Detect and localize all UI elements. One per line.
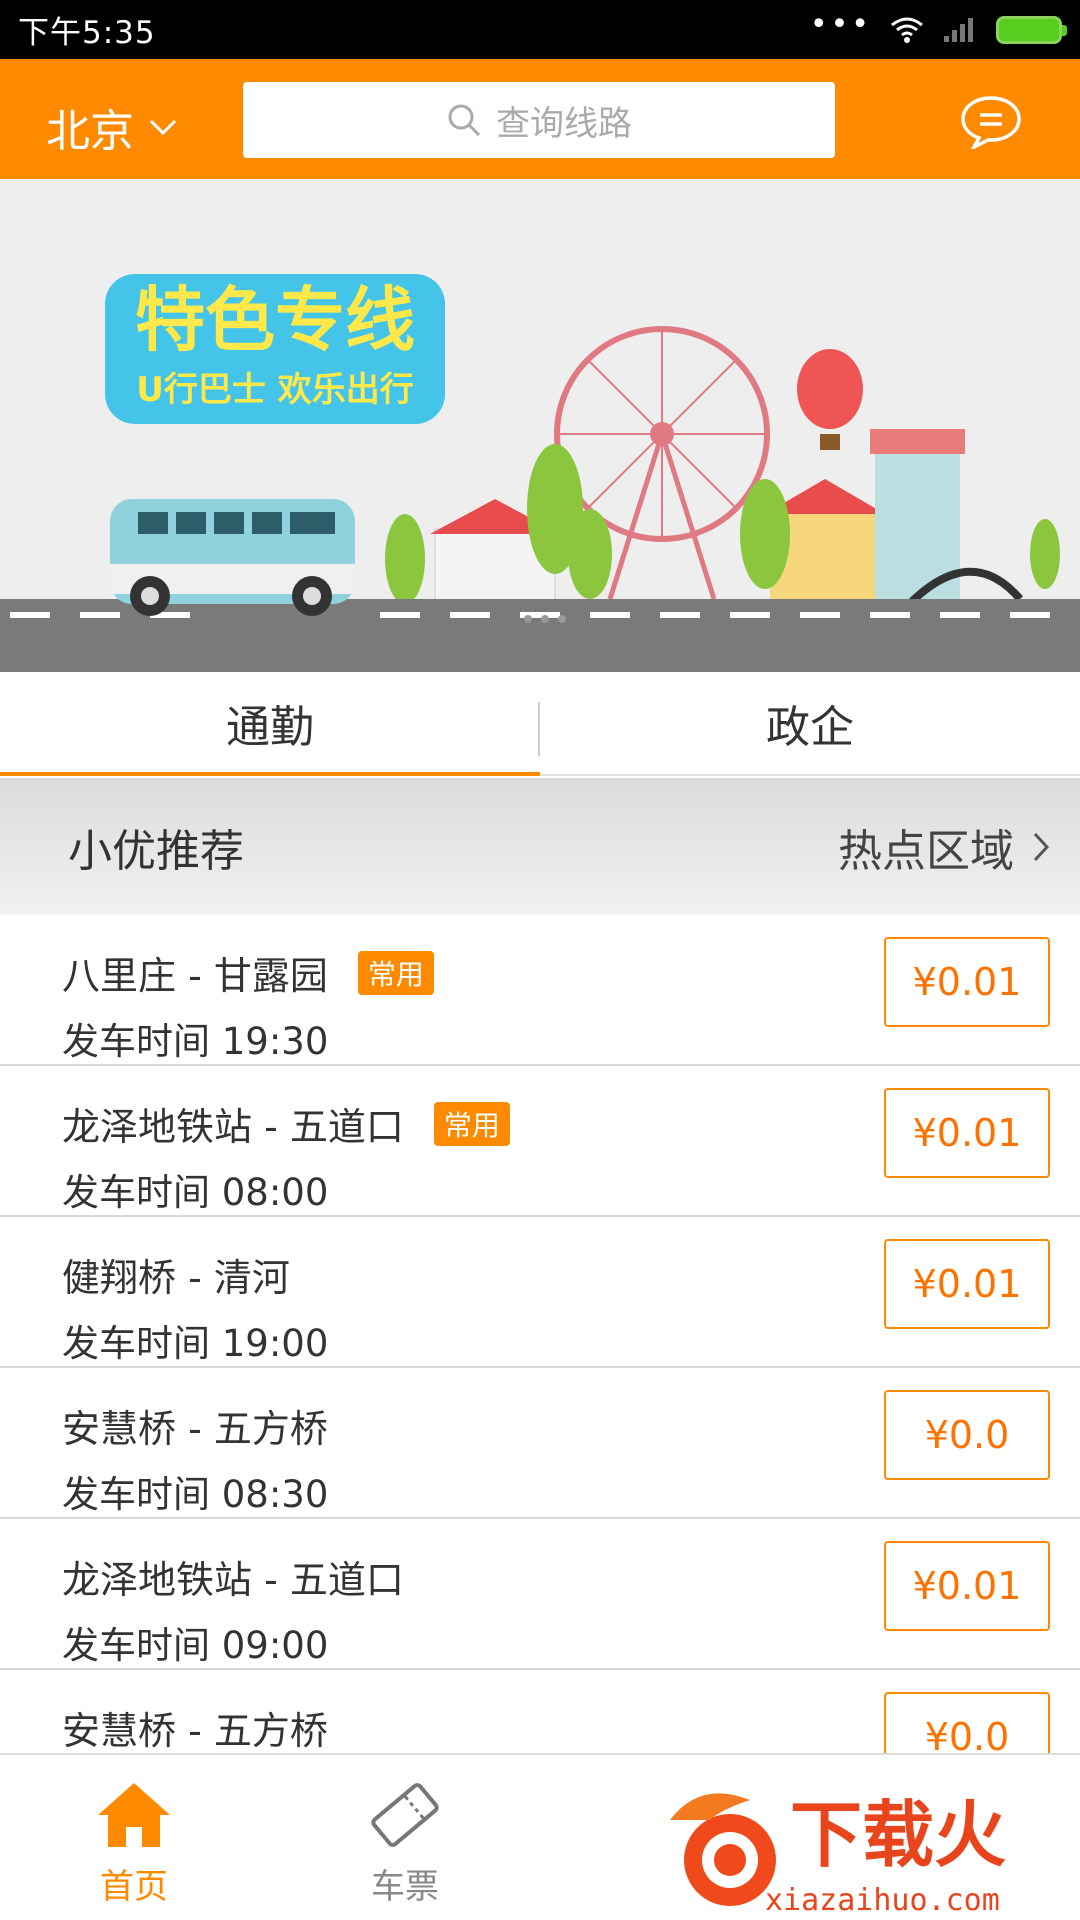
departure-time: 发车时间 19:30 bbox=[62, 1020, 329, 1063]
route-row[interactable]: 健翔桥 - 清河 发车时间 19:00 ¥0.01 bbox=[0, 1217, 1080, 1368]
route-list: 八里庄 - 甘露园 常用 发车时间 19:30 ¥0.01 龙泽地铁站 - 五道口… bbox=[0, 915, 1080, 1753]
search-placeholder: 查询线路 bbox=[496, 103, 632, 144]
route-row[interactable]: 龙泽地铁站 - 五道口 常用 发车时间 08:00 ¥0.01 bbox=[0, 1066, 1080, 1217]
nav-ticket-label: 车票 bbox=[371, 1867, 439, 1907]
more-dots-icon: ••• bbox=[809, 7, 872, 42]
route-row[interactable]: 八里庄 - 甘露园 常用 发车时间 19:30 ¥0.01 bbox=[0, 915, 1080, 1066]
tab-commute[interactable]: 通勤 bbox=[0, 672, 540, 776]
nav-home[interactable]: 首页 bbox=[59, 1781, 209, 1908]
svg-text:U行巴士 欢乐出行: U行巴士 欢乐出行 bbox=[136, 370, 413, 410]
svg-text:特色专线: 特色专线 bbox=[135, 279, 415, 361]
category-tabs: 通勤 政企 bbox=[0, 672, 1080, 776]
route-name: 安慧桥 - 五方桥 bbox=[62, 1709, 328, 1753]
price-button[interactable]: ¥0.0 bbox=[884, 1390, 1050, 1480]
departure-time: 发车时间 19:00 bbox=[62, 1322, 329, 1365]
route-name: 龙泽地铁站 - 五道口 bbox=[62, 1558, 404, 1602]
frequent-badge: 常用 bbox=[357, 950, 434, 995]
banner-title-badge: 特色专线 U行巴士 欢乐出行 bbox=[105, 274, 445, 424]
signal-icon bbox=[944, 17, 973, 42]
price-button[interactable]: ¥0.01 bbox=[884, 1088, 1050, 1178]
nav-ticket[interactable]: 车票 bbox=[330, 1781, 480, 1908]
banner-illustration: 特色专线 U行巴士 欢乐出行 bbox=[0, 179, 1080, 672]
frequent-badge: 常用 bbox=[433, 1101, 510, 1146]
recommend-header: 小优推荐 热点区域 bbox=[0, 778, 1080, 915]
hot-area-label: 热点区域 bbox=[838, 825, 1014, 877]
status-time: 下午5:35 bbox=[18, 15, 156, 51]
message-icon[interactable] bbox=[960, 95, 1022, 149]
city-label: 北京 bbox=[46, 106, 134, 157]
status-bar: 下午5:35 ••• bbox=[0, 0, 1080, 59]
route-row[interactable]: 安慧桥 - 五方桥 发车时间 08:30 ¥0.0 bbox=[0, 1368, 1080, 1519]
departure-time: 发车时间 08:30 bbox=[62, 1473, 329, 1516]
nav-home-label: 首页 bbox=[100, 1867, 168, 1907]
promo-banner[interactable]: 特色专线 U行巴士 欢乐出行 bbox=[0, 179, 1080, 672]
route-name: 龙泽地铁站 - 五道口 bbox=[62, 1105, 404, 1149]
route-row[interactable]: 安慧桥 - 五方桥 ¥0.0 bbox=[0, 1670, 1080, 1753]
price-button[interactable]: ¥0.01 bbox=[884, 937, 1050, 1027]
wifi-icon bbox=[891, 17, 923, 43]
search-icon bbox=[448, 104, 481, 137]
battery-icon bbox=[996, 15, 1067, 44]
price-button[interactable]: ¥0.01 bbox=[884, 1541, 1050, 1631]
departure-time: 发车时间 08:00 bbox=[62, 1171, 329, 1214]
price-button[interactable]: ¥0.0 bbox=[884, 1692, 1050, 1753]
hot-area-link[interactable]: 热点区域 bbox=[838, 815, 1050, 879]
svg-text:下载火: 下载火 bbox=[790, 1793, 1006, 1877]
price-button[interactable]: ¥0.01 bbox=[884, 1239, 1050, 1329]
route-name: 八里庄 - 甘露园 bbox=[62, 954, 328, 998]
section-title: 小优推荐 bbox=[68, 825, 244, 877]
svg-text:xiazaihuo.com: xiazaihuo.com bbox=[765, 1883, 1000, 1918]
tab-government-enterprise[interactable]: 政企 bbox=[540, 672, 1080, 774]
watermark-logo: 下载火 xiazaihuo.com bbox=[670, 1793, 1006, 1918]
top-bar: 北京 查询线路 bbox=[0, 59, 1080, 179]
route-row[interactable]: 龙泽地铁站 - 五道口 发车时间 09:00 ¥0.01 bbox=[0, 1519, 1080, 1670]
departure-time: 发车时间 09:00 bbox=[62, 1624, 329, 1667]
bus-illustration bbox=[110, 499, 355, 616]
ticket-icon bbox=[371, 1783, 439, 1847]
search-input[interactable]: 查询线路 bbox=[243, 82, 835, 158]
chevron-right-icon bbox=[1033, 832, 1050, 861]
home-icon bbox=[98, 1783, 170, 1847]
chevron-down-icon bbox=[149, 119, 177, 136]
city-selector[interactable]: 北京 bbox=[46, 95, 178, 159]
route-name: 安慧桥 - 五方桥 bbox=[62, 1407, 328, 1451]
route-name: 健翔桥 - 清河 bbox=[62, 1256, 290, 1300]
